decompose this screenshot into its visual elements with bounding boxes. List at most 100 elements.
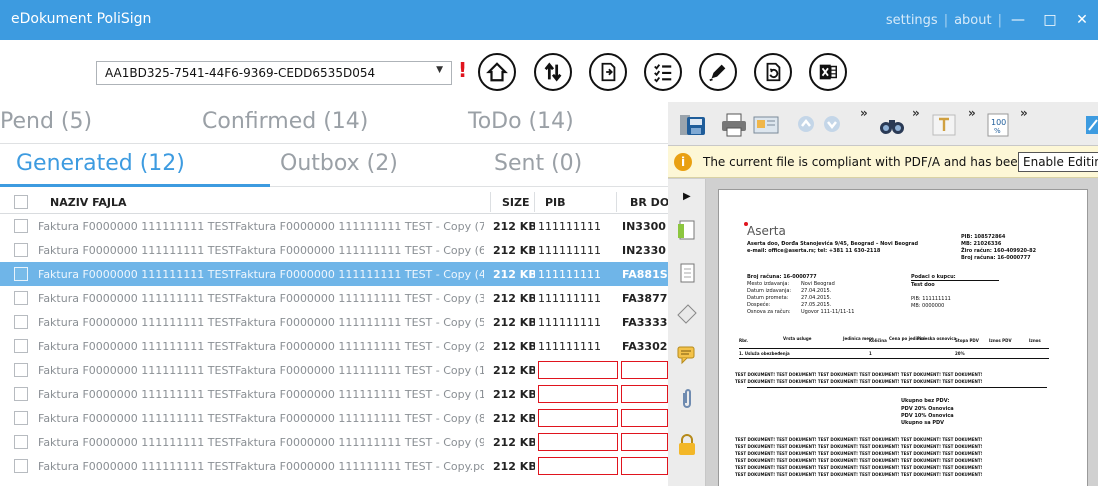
pdf-broj-racuna-left: Broj računa: 16-0000777 bbox=[747, 274, 817, 280]
pdf-pdv10: PDV 10% Osnovica bbox=[901, 413, 954, 419]
pib-missing-field[interactable] bbox=[538, 457, 618, 475]
attachments-icon[interactable] bbox=[676, 387, 698, 411]
br-missing-field[interactable] bbox=[621, 409, 668, 427]
page-down-icon[interactable] bbox=[822, 114, 842, 134]
table-row[interactable]: Faktura F0000000 111111111 TESTFaktura F… bbox=[0, 406, 668, 430]
tab-outbox[interactable]: Outbox (2) bbox=[280, 151, 398, 176]
pages-icon[interactable] bbox=[676, 219, 698, 243]
row-checkbox[interactable] bbox=[14, 267, 28, 281]
tab-generated[interactable]: Generated (12) bbox=[16, 151, 185, 176]
file-name: Faktura F0000000 111111111 TESTFaktura F… bbox=[38, 364, 484, 377]
home-button[interactable] bbox=[478, 53, 516, 91]
pdf-th-stopa: Stopa PDV bbox=[955, 338, 979, 343]
br-missing-field[interactable] bbox=[621, 361, 668, 379]
pdf-ukupno-bez: Ukupno bez PDV: bbox=[901, 398, 950, 404]
toolbar-overflow-icon[interactable]: » bbox=[968, 106, 976, 120]
document-sign-button[interactable] bbox=[589, 53, 627, 91]
about-link[interactable]: about bbox=[948, 13, 998, 28]
pen-icon bbox=[709, 64, 726, 82]
file-size: 212 KB bbox=[493, 388, 535, 401]
row-checkbox[interactable] bbox=[14, 459, 28, 473]
pdf-datum-value: 27.04.2015. bbox=[801, 288, 832, 294]
tab-confirmed[interactable]: Confirmed (14) bbox=[202, 109, 368, 134]
column-header-pib[interactable]: PIB bbox=[545, 196, 566, 209]
pdf-document-area[interactable]: Aserta Aserta doo, Đorđa Stanojevića 9/4… bbox=[706, 179, 1098, 486]
file-name: Faktura F0000000 111111111 TESTFaktura F… bbox=[38, 220, 484, 233]
pdf-row-1-qty: 1 bbox=[869, 351, 872, 356]
refresh-document-button[interactable] bbox=[754, 53, 792, 91]
pib-missing-field[interactable] bbox=[538, 361, 618, 379]
file-size: 212 KB bbox=[493, 340, 535, 353]
pdf-datum-prometa-label: Datum prometa: bbox=[747, 295, 789, 301]
tags-icon[interactable] bbox=[676, 301, 698, 325]
pdf-kupac-mb: MB: 0000000 bbox=[911, 303, 945, 309]
page-up-icon[interactable] bbox=[796, 114, 816, 134]
sort-button[interactable] bbox=[534, 53, 572, 91]
close-icon[interactable]: ✕ bbox=[1066, 12, 1098, 28]
pdf-dospece-label: Dospeće: bbox=[747, 302, 771, 308]
row-checkbox[interactable] bbox=[14, 339, 28, 353]
active-tab-indicator bbox=[0, 184, 270, 187]
table-row[interactable]: Faktura F0000000 111111111 TESTFaktura F… bbox=[0, 430, 668, 454]
comments-icon[interactable] bbox=[676, 343, 698, 367]
tab-sent[interactable]: Sent (0) bbox=[494, 151, 582, 176]
text-select-icon[interactable] bbox=[932, 114, 956, 136]
table-row[interactable]: Faktura F0000000 111111111 TESTFaktura F… bbox=[0, 310, 668, 334]
select-all-checkbox[interactable] bbox=[14, 195, 28, 209]
save-icon[interactable] bbox=[678, 112, 708, 138]
row-checkbox[interactable] bbox=[14, 291, 28, 305]
print-icon[interactable] bbox=[720, 112, 748, 138]
table-row[interactable]: Faktura F0000000 111111111 TESTFaktura F… bbox=[0, 286, 668, 310]
file-pib: 111111111 bbox=[538, 292, 601, 305]
expand-panel-icon[interactable]: ▶ bbox=[683, 191, 691, 202]
table-row-selected[interactable]: Faktura F0000000 111111111 TESTFaktura F… bbox=[0, 262, 668, 286]
row-checkbox[interactable] bbox=[14, 315, 28, 329]
pdf-pdv20: PDV 20% Osnovica bbox=[901, 406, 954, 412]
toolbar-overflow-icon[interactable]: » bbox=[1020, 106, 1028, 120]
settings-link[interactable]: settings bbox=[880, 13, 944, 28]
pib-missing-field[interactable] bbox=[538, 385, 618, 403]
column-header-name[interactable]: NAZIV FAJLA bbox=[50, 196, 127, 209]
lock-icon[interactable] bbox=[676, 433, 698, 457]
edit-button[interactable] bbox=[699, 53, 737, 91]
pdf-logo-dot bbox=[744, 222, 748, 226]
page-thumbnails-icon[interactable] bbox=[676, 261, 698, 285]
toolbar-overflow-icon[interactable]: » bbox=[860, 106, 868, 120]
checklist-button[interactable] bbox=[644, 53, 682, 91]
column-header-br[interactable]: BR DO bbox=[630, 196, 668, 209]
row-checkbox[interactable] bbox=[14, 387, 28, 401]
br-missing-field[interactable] bbox=[621, 457, 668, 475]
row-checkbox[interactable] bbox=[14, 411, 28, 425]
table-row[interactable]: Faktura F0000000 111111111 TESTFaktura F… bbox=[0, 334, 668, 358]
document-select[interactable]: AA1BD325-7541-44F6-9369-CEDD6535D054 ▼ bbox=[96, 61, 452, 85]
tab-todo[interactable]: ToDo (14) bbox=[468, 109, 574, 134]
file-pib: 111111111 bbox=[538, 316, 601, 329]
pdf-dospece-value: 27.05.2015. bbox=[801, 302, 832, 308]
column-header-size[interactable]: SIZE bbox=[502, 196, 530, 209]
br-missing-field[interactable] bbox=[621, 385, 668, 403]
row-checkbox[interactable] bbox=[14, 435, 28, 449]
fit-page-icon[interactable] bbox=[1086, 112, 1098, 138]
email-icon[interactable] bbox=[752, 112, 780, 138]
minimize-icon[interactable]: — bbox=[1002, 12, 1034, 28]
pib-missing-field[interactable] bbox=[538, 433, 618, 451]
table-row[interactable]: Faktura F0000000 111111111 TESTFaktura F… bbox=[0, 238, 668, 262]
file-br: FA3877 bbox=[622, 292, 668, 305]
br-missing-field[interactable] bbox=[621, 433, 668, 451]
export-excel-button[interactable] bbox=[809, 53, 847, 91]
toolbar-overflow-icon[interactable]: » bbox=[912, 106, 920, 120]
table-row[interactable]: Faktura F0000000 111111111 TESTFaktura F… bbox=[0, 382, 668, 406]
zoom-100-icon[interactable]: 100% bbox=[986, 112, 1010, 138]
row-checkbox[interactable] bbox=[14, 363, 28, 377]
table-row[interactable]: Faktura F0000000 111111111 TESTFaktura F… bbox=[0, 214, 668, 238]
row-checkbox[interactable] bbox=[14, 219, 28, 233]
table-row[interactable]: Faktura F0000000 111111111 TESTFaktura F… bbox=[0, 454, 668, 478]
pib-missing-field[interactable] bbox=[538, 409, 618, 427]
pdf-ukupno-sa: Ukupno sa PDV bbox=[901, 420, 945, 426]
table-row[interactable]: Faktura F0000000 111111111 TESTFaktura F… bbox=[0, 358, 668, 382]
tab-pend[interactable]: Pend (5) bbox=[0, 109, 92, 134]
find-icon[interactable] bbox=[878, 112, 906, 138]
enable-editing-button[interactable]: Enable Editing bbox=[1018, 152, 1098, 172]
row-checkbox[interactable] bbox=[14, 243, 28, 257]
maximize-icon[interactable]: □ bbox=[1034, 12, 1066, 28]
